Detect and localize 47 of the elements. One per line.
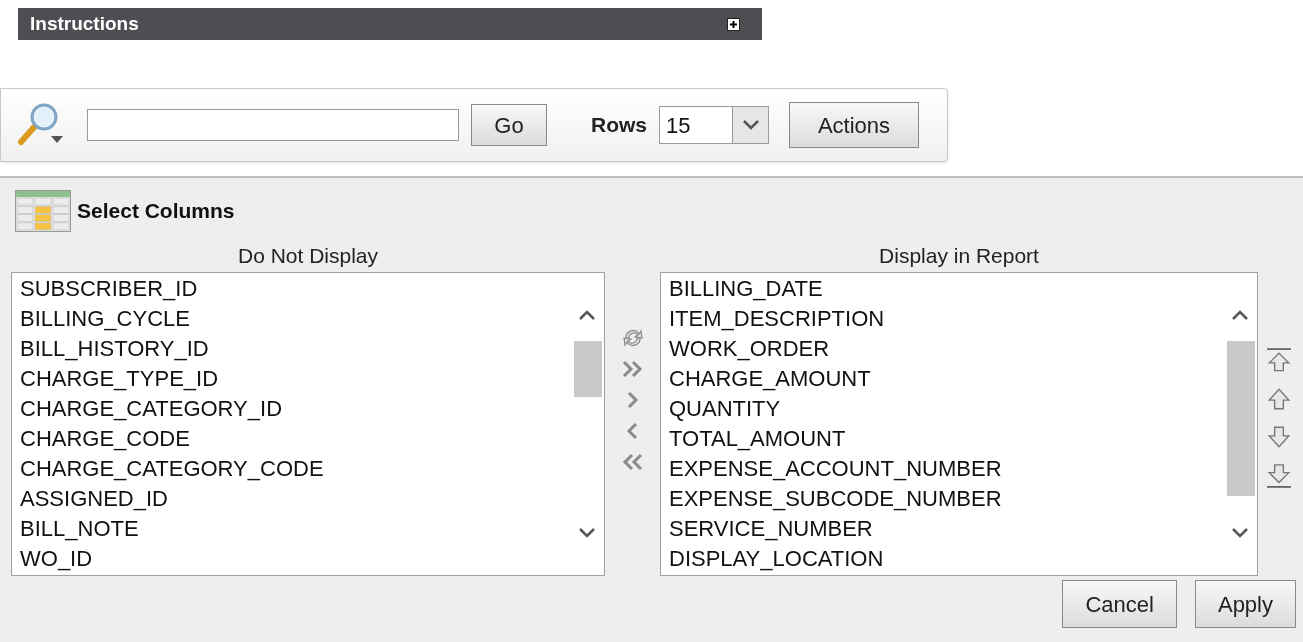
scroll-up-icon[interactable] [578,309,596,321]
scrollbar-thumb[interactable] [574,341,602,397]
actions-button[interactable]: Actions [789,102,919,148]
column-option[interactable]: CHARGE_CATEGORY_CODE [20,454,570,484]
column-option[interactable]: BILLING_CYCLE [20,304,570,334]
search-field[interactable] [87,109,459,141]
dropdown-icon[interactable] [741,119,760,131]
column-option[interactable]: ITEM_DESCRIPTION [669,304,1223,334]
column-option[interactable]: WO_ID [20,544,570,574]
instructions-title: Instructions [30,11,139,36]
column-option[interactable]: EXPENSE_SUBCODE_NUMBER [669,484,1223,514]
scrollbar-thumb[interactable] [1227,341,1255,496]
column-option[interactable]: SERVICE_NUMBER [669,514,1223,544]
rows-select[interactable]: 15 [659,106,769,144]
apply-button[interactable]: Apply [1194,580,1296,628]
go-button[interactable]: Go [471,104,547,146]
rows-label: Rows [591,112,647,139]
column-option[interactable]: BILL_NOTE [20,514,570,544]
scroll-down-icon[interactable] [1231,527,1249,539]
expand-icon[interactable] [727,17,740,31]
move-up-icon[interactable] [1266,386,1292,412]
column-option[interactable]: DISPLAY_LOCATION [669,544,1223,574]
column-option[interactable]: ASSIGNED_ID [20,484,570,514]
column-option[interactable]: TOTAL_AMOUNT [669,424,1223,454]
column-option[interactable]: BILL_HISTORY_ID [20,334,570,364]
instructions-bar[interactable]: Instructions [18,8,762,40]
column-list[interactable]: SUBSCRIBER_ID BILLING_CYCLE BILL_HISTORY_ID CHARGE_TYPE_ID CHARGE_CATEGORY_ID CHARGE_CODE CHARGE_CATEGORY_CODE ASSIGNED_ID BILL_NOTE WO_ID [11,272,605,576]
move-bottom-icon[interactable] [1266,462,1292,488]
move-down-icon[interactable] [1266,424,1292,450]
column-option[interactable]: SUBSCRIBER_ID [20,274,570,304]
column-option[interactable]: EXPENSE_ACCOUNT_NUMBER [669,454,1223,484]
scroll-down-icon[interactable] [578,527,596,539]
scroll-up-icon[interactable] [1231,309,1249,321]
column-option[interactable]: BILLING_DATE [669,274,1223,304]
column-option[interactable]: QUANTITY [669,394,1223,424]
column-option[interactable]: WORK_ORDER [669,334,1223,364]
column-option[interactable]: CHARGE_AMOUNT [669,364,1223,394]
select-columns-title: Select Columns [77,198,235,225]
move-top-icon[interactable] [1266,348,1292,374]
column-option[interactable]: CHARGE_CATEGORY_ID [20,394,570,424]
column-list[interactable]: BILLING_DATE ITEM_DESCRIPTION WORK_ORDER CHARGE_AMOUNT QUANTITY TOTAL_AMOUNT EXPENSE_ACCOUNT_NUMBER EXPENSE_SUBCODE_NUMBER SERVICE_NUMBER DISPLAY_LOCATION [660,272,1258,576]
table-icon [15,190,71,232]
column-option[interactable]: CHARGE_CODE [20,424,570,454]
display-in-report-header: Display in Report [878,243,1040,269]
column-option[interactable]: CHARGE_TYPE_ID [20,364,570,394]
do-not-display-header: Do Not Display [236,243,380,269]
cancel-button[interactable]: Cancel [1062,580,1177,628]
